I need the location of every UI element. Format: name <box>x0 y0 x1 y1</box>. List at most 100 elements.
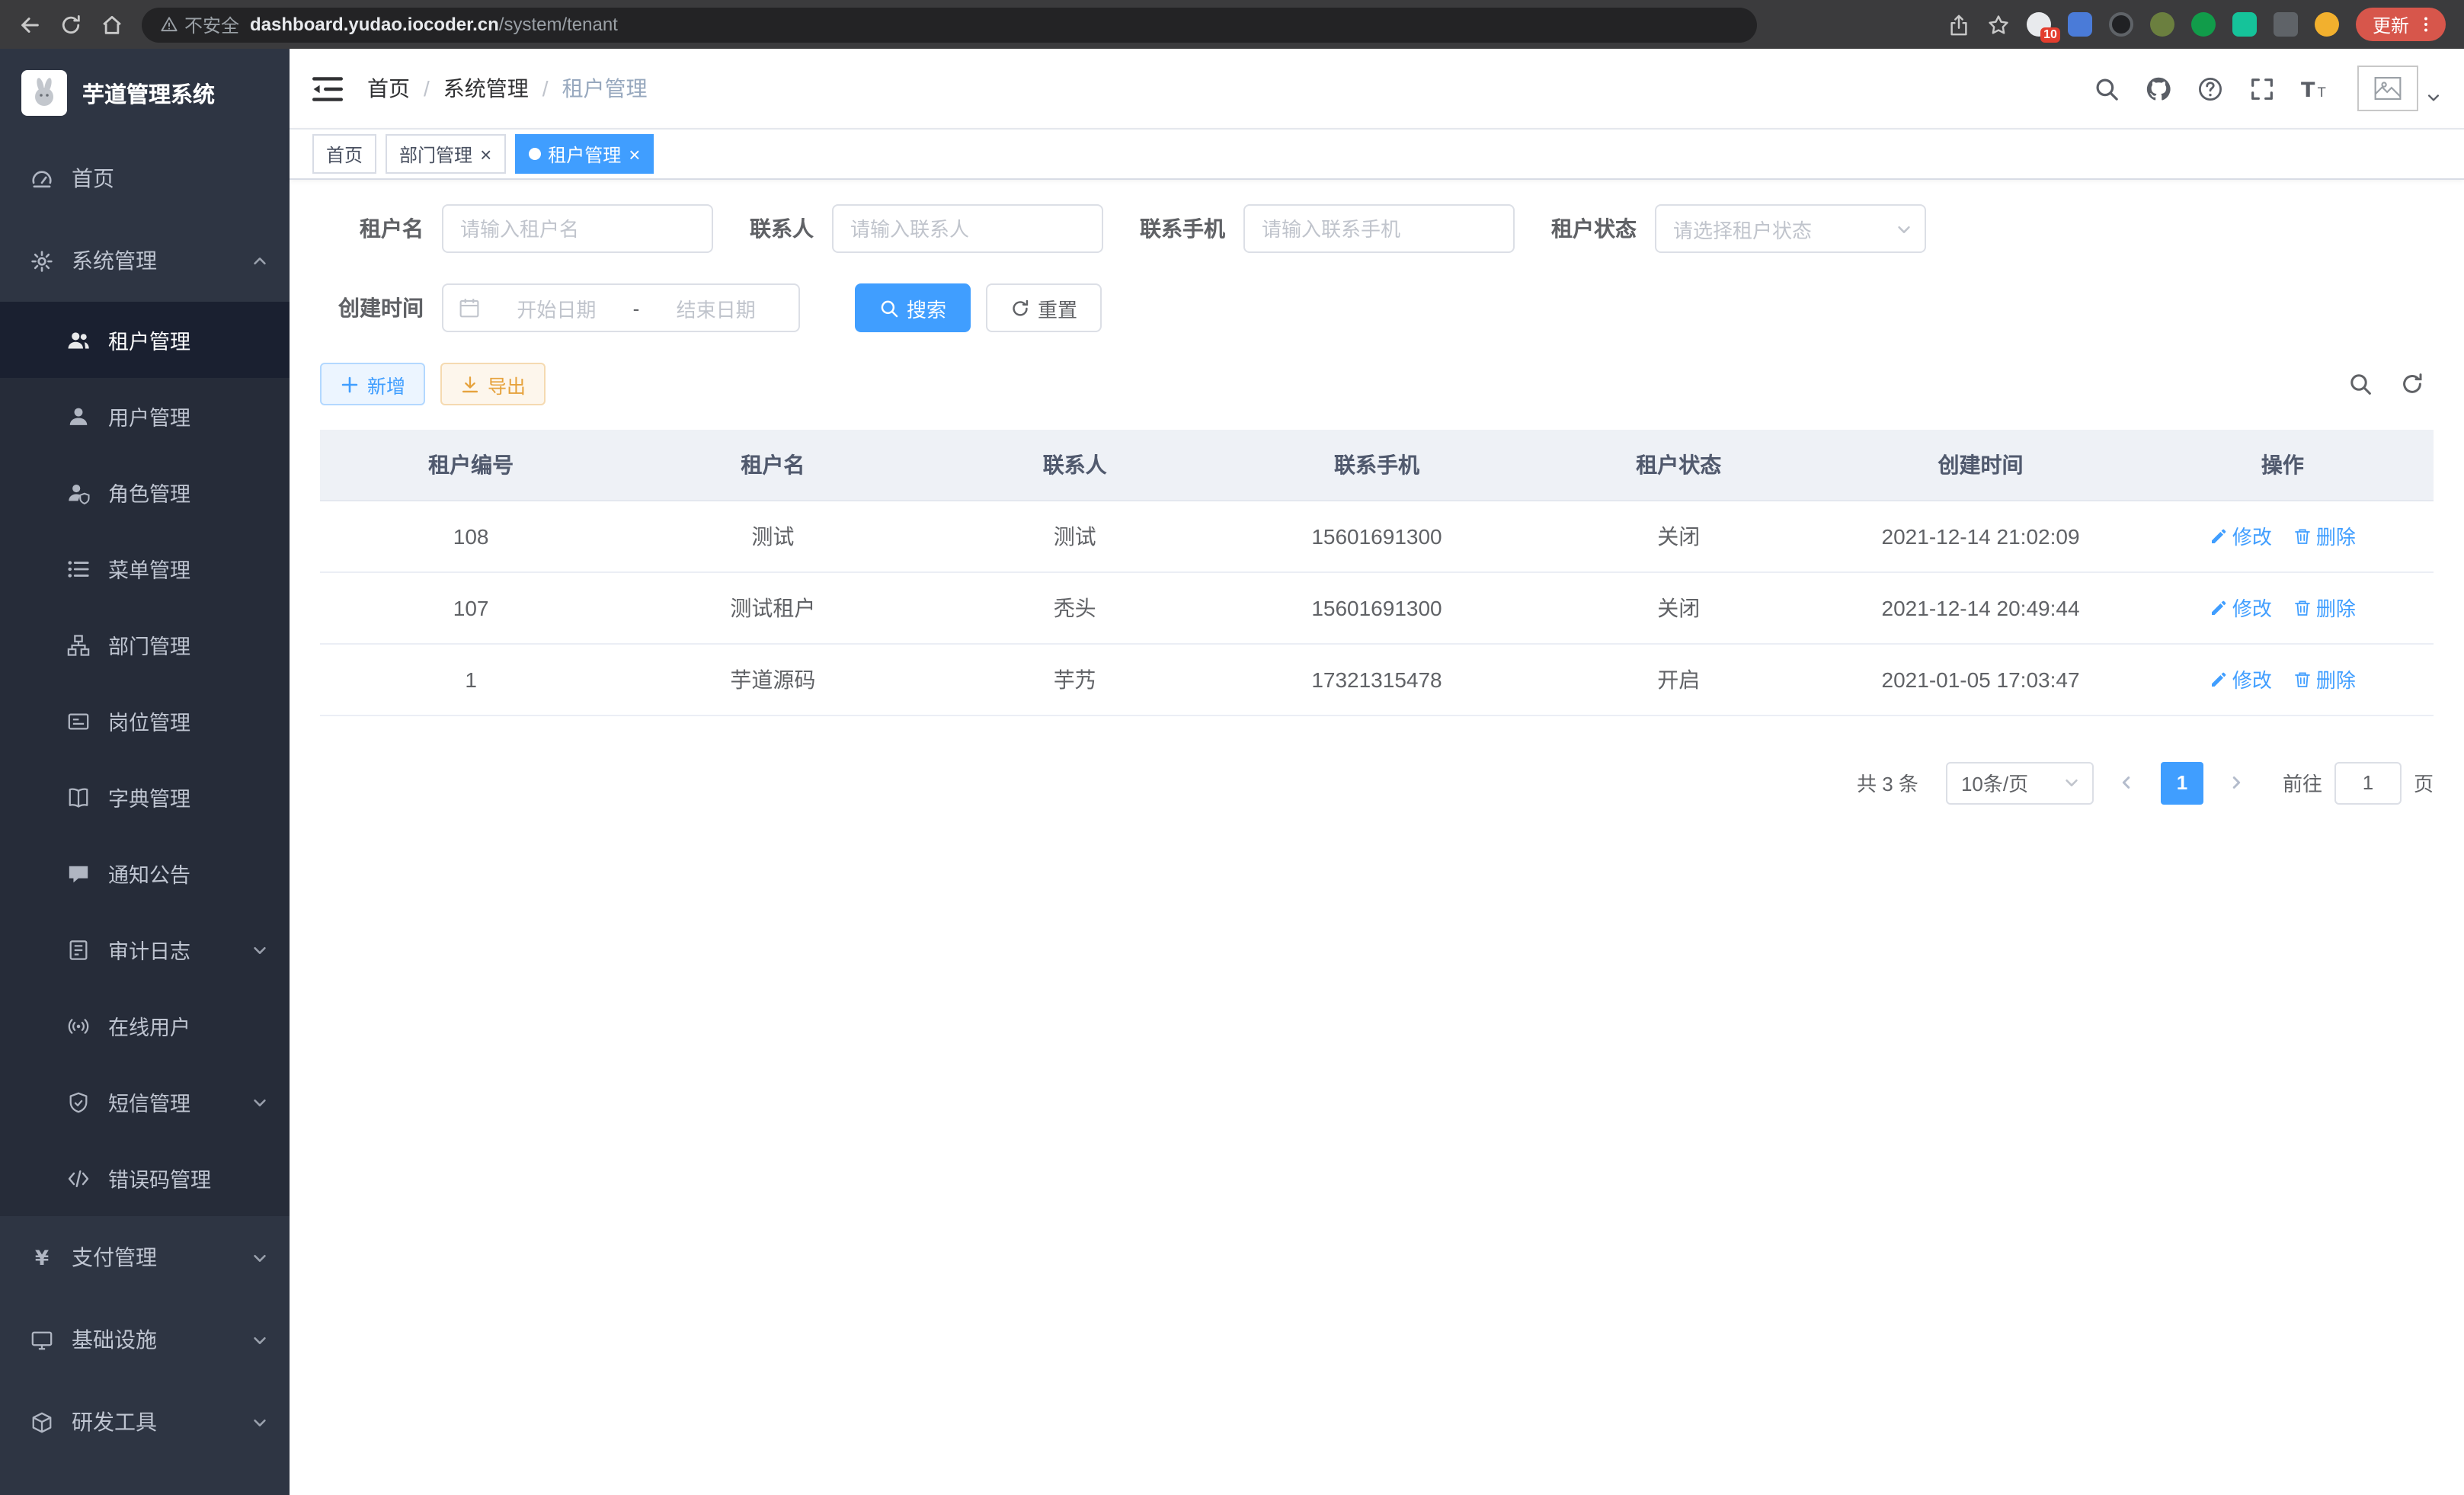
search-icon[interactable] <box>2094 75 2120 101</box>
status-select[interactable]: 请选择租户状态 <box>1655 204 1926 253</box>
status-select-placeholder: 请选择租户状态 <box>1673 214 1812 243</box>
app-logo[interactable]: 芋道管理系统 <box>0 49 290 137</box>
bookmark-star-icon[interactable] <box>1987 13 2010 36</box>
sidebar-item-user[interactable]: 用户管理 <box>0 378 290 454</box>
tab-label: 首页 <box>326 141 363 167</box>
browser-update-button[interactable]: 更新 <box>2356 8 2446 41</box>
edit-button[interactable]: 修改 <box>2210 664 2272 693</box>
delete-button[interactable]: 删除 <box>2293 593 2356 622</box>
goto-page-input[interactable] <box>2334 761 2402 804</box>
app-title: 芋道管理系统 <box>82 77 215 109</box>
sidebar-collapse-icon[interactable] <box>312 75 343 101</box>
extension-icon-8[interactable] <box>2315 12 2339 37</box>
sidebar-item-role[interactable]: 角色管理 <box>0 454 290 530</box>
sidebar-item-dict[interactable]: 字典管理 <box>0 759 290 835</box>
chevron-down-icon <box>251 941 268 958</box>
sidebar-item-post[interactable]: 岗位管理 <box>0 683 290 759</box>
help-icon[interactable] <box>2197 75 2223 101</box>
tab-close-icon[interactable]: × <box>629 144 640 164</box>
delete-button[interactable]: 删除 <box>2293 521 2356 550</box>
sidebar-item-pay[interactable]: ¥支付管理 <box>0 1216 290 1298</box>
sidebar-item-code[interactable]: 错误码管理 <box>0 1140 290 1216</box>
browser-back-icon[interactable] <box>18 13 41 36</box>
sidebar-item-notice[interactable]: 通知公告 <box>0 835 290 911</box>
breadcrumb-item[interactable]: 首页 <box>367 73 410 104</box>
security-status[interactable]: 不安全 <box>160 11 239 37</box>
date-start-input[interactable]: 开始日期 <box>489 293 624 322</box>
extension-icon-7[interactable] <box>2274 12 2298 37</box>
extension-icon-2[interactable] <box>2068 12 2092 37</box>
add-button[interactable]: 新增 <box>320 363 425 405</box>
sidebar-item-menu[interactable]: 菜单管理 <box>0 530 290 607</box>
extension-icon-3[interactable] <box>2109 12 2133 37</box>
sidebar-item-gear[interactable]: 系统管理 <box>0 219 290 302</box>
user-icon <box>67 405 90 427</box>
contact-input[interactable] <box>832 204 1103 253</box>
table-cell: 关闭 <box>1528 571 1829 643</box>
online-icon <box>67 1014 90 1037</box>
filter-contact: 联系人 <box>750 204 1103 253</box>
share-icon[interactable] <box>1947 13 1970 36</box>
page-number-button[interactable]: 1 <box>2161 761 2203 804</box>
reset-button[interactable]: 重置 <box>986 283 1102 332</box>
date-end-input[interactable]: 结束日期 <box>648 293 783 322</box>
dict-icon <box>67 786 90 808</box>
github-icon[interactable] <box>2146 75 2171 101</box>
tab-close-icon[interactable]: × <box>480 144 491 164</box>
browser-reload-icon[interactable] <box>59 13 82 36</box>
next-page-button[interactable] <box>2219 761 2255 804</box>
kebab-menu-icon[interactable] <box>2417 15 2435 34</box>
svg-text:T: T <box>2301 78 2315 101</box>
phone-input[interactable] <box>1243 204 1515 253</box>
sidebar-item-sms[interactable]: 短信管理 <box>0 1064 290 1140</box>
tab[interactable]: 部门管理× <box>386 134 505 174</box>
column-header: 操作 <box>2132 430 2434 500</box>
sidebar-item-label: 用户管理 <box>108 401 190 431</box>
sidebar-item-log[interactable]: 审计日志 <box>0 911 290 988</box>
browser-home-icon[interactable] <box>101 13 123 36</box>
address-bar[interactable]: 不安全 dashboard.yudao.iocoder.cn/system/te… <box>142 7 1757 42</box>
search-button[interactable]: 搜索 <box>855 283 971 332</box>
extension-icon-1[interactable]: 10 <box>2027 12 2051 37</box>
extension-icon-4[interactable] <box>2150 12 2174 37</box>
edit-button[interactable]: 修改 <box>2210 593 2272 622</box>
chevron-left-icon <box>2119 774 2136 791</box>
refresh-table-icon[interactable] <box>2400 372 2424 396</box>
notice-icon <box>67 862 90 885</box>
tenant-table: 租户编号租户名联系人联系手机租户状态创建时间操作 108测试测试15601691… <box>320 430 2434 715</box>
code-icon <box>67 1167 90 1189</box>
font-size-icon[interactable]: TT <box>2301 75 2331 101</box>
tab[interactable]: 租户管理× <box>514 134 654 174</box>
tenant-name-input[interactable] <box>442 204 713 253</box>
pay-icon: ¥ <box>30 1246 53 1269</box>
export-button[interactable]: 导出 <box>440 363 546 405</box>
sidebar-item-infra[interactable]: 基础设施 <box>0 1298 290 1381</box>
date-range-picker[interactable]: 开始日期 - 结束日期 <box>442 283 800 332</box>
status-label: 租户状态 <box>1551 213 1637 244</box>
user-menu[interactable] <box>2357 66 2441 111</box>
tab[interactable]: 首页 <box>312 134 376 174</box>
sidebar-item-dashboard[interactable]: 首页 <box>0 137 290 219</box>
prev-page-button[interactable] <box>2109 761 2146 804</box>
toggle-search-icon[interactable] <box>2348 372 2373 396</box>
table-cell: 芋道源码 <box>622 643 923 715</box>
tenant-icon <box>67 328 90 351</box>
extension-icon-6[interactable] <box>2232 12 2257 37</box>
table-header-row: 租户编号租户名联系人联系手机租户状态创建时间操作 <box>320 430 2434 500</box>
extension-icon-5[interactable] <box>2191 12 2216 37</box>
delete-button[interactable]: 删除 <box>2293 664 2356 693</box>
fullscreen-icon[interactable] <box>2249 75 2275 101</box>
dept-icon <box>67 633 90 656</box>
table-cell: 108 <box>320 500 622 571</box>
breadcrumb-item[interactable]: 系统管理 <box>443 73 529 104</box>
sidebar-item-online[interactable]: 在线用户 <box>0 988 290 1064</box>
contact-label: 联系人 <box>750 213 814 244</box>
sidebar-item-tool[interactable]: 研发工具 <box>0 1381 290 1463</box>
sidebar-item-label: 通知公告 <box>108 858 190 888</box>
breadcrumb-item: 租户管理 <box>562 73 648 104</box>
sidebar-item-dept[interactable]: 部门管理 <box>0 607 290 683</box>
sidebar-item-tenant[interactable]: 租户管理 <box>0 302 290 378</box>
page-size-select[interactable]: 10条/页 <box>1946 761 2094 804</box>
edit-button[interactable]: 修改 <box>2210 521 2272 550</box>
chevron-down-icon <box>2063 774 2080 791</box>
